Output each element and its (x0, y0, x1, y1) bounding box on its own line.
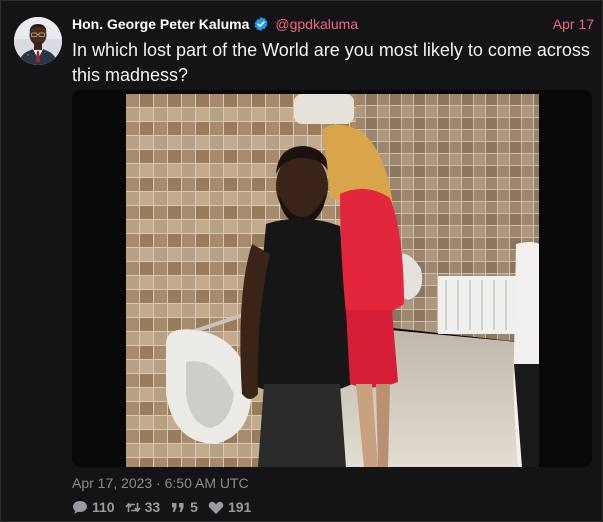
tweet-media[interactable] (72, 90, 592, 467)
tweet-photo[interactable] (126, 94, 539, 467)
quote-count-value: 5 (190, 499, 198, 515)
avatar-portrait (14, 17, 62, 65)
quote-icon (170, 500, 186, 515)
reply-count-value: 110 (92, 499, 115, 515)
retweet-count[interactable]: 33 (124, 499, 161, 515)
like-count-value: 191 (227, 499, 252, 515)
tweet-stats: 110 33 5 191 (72, 499, 261, 515)
author-handle[interactable]: @gpdkaluma (275, 16, 358, 32)
quote-count[interactable]: 5 (170, 499, 198, 515)
like-count[interactable]: 191 (208, 499, 251, 515)
tweet-timestamp[interactable]: Apr 17, 2023 · 6:50 AM UTC (72, 475, 249, 491)
tweet-header: Hon. George Peter Kaluma @gpdkaluma Apr … (72, 15, 594, 33)
photo-scene (126, 94, 539, 467)
tweet-text: In which lost part of the World are you … (72, 40, 590, 85)
tweet-date-link[interactable]: Apr 17 (553, 16, 594, 32)
verified-badge-icon (253, 16, 269, 32)
author-avatar[interactable] (14, 17, 62, 65)
reply-count[interactable]: 110 (72, 499, 115, 515)
retweet-icon (124, 500, 141, 515)
retweet-count-value: 33 (144, 499, 161, 515)
heart-icon (208, 500, 224, 515)
tweet-card[interactable]: Hon. George Peter Kaluma @gpdkaluma Apr … (0, 0, 603, 522)
speech-bubble-icon (72, 500, 88, 515)
author-display-name[interactable]: Hon. George Peter Kaluma (72, 16, 249, 32)
